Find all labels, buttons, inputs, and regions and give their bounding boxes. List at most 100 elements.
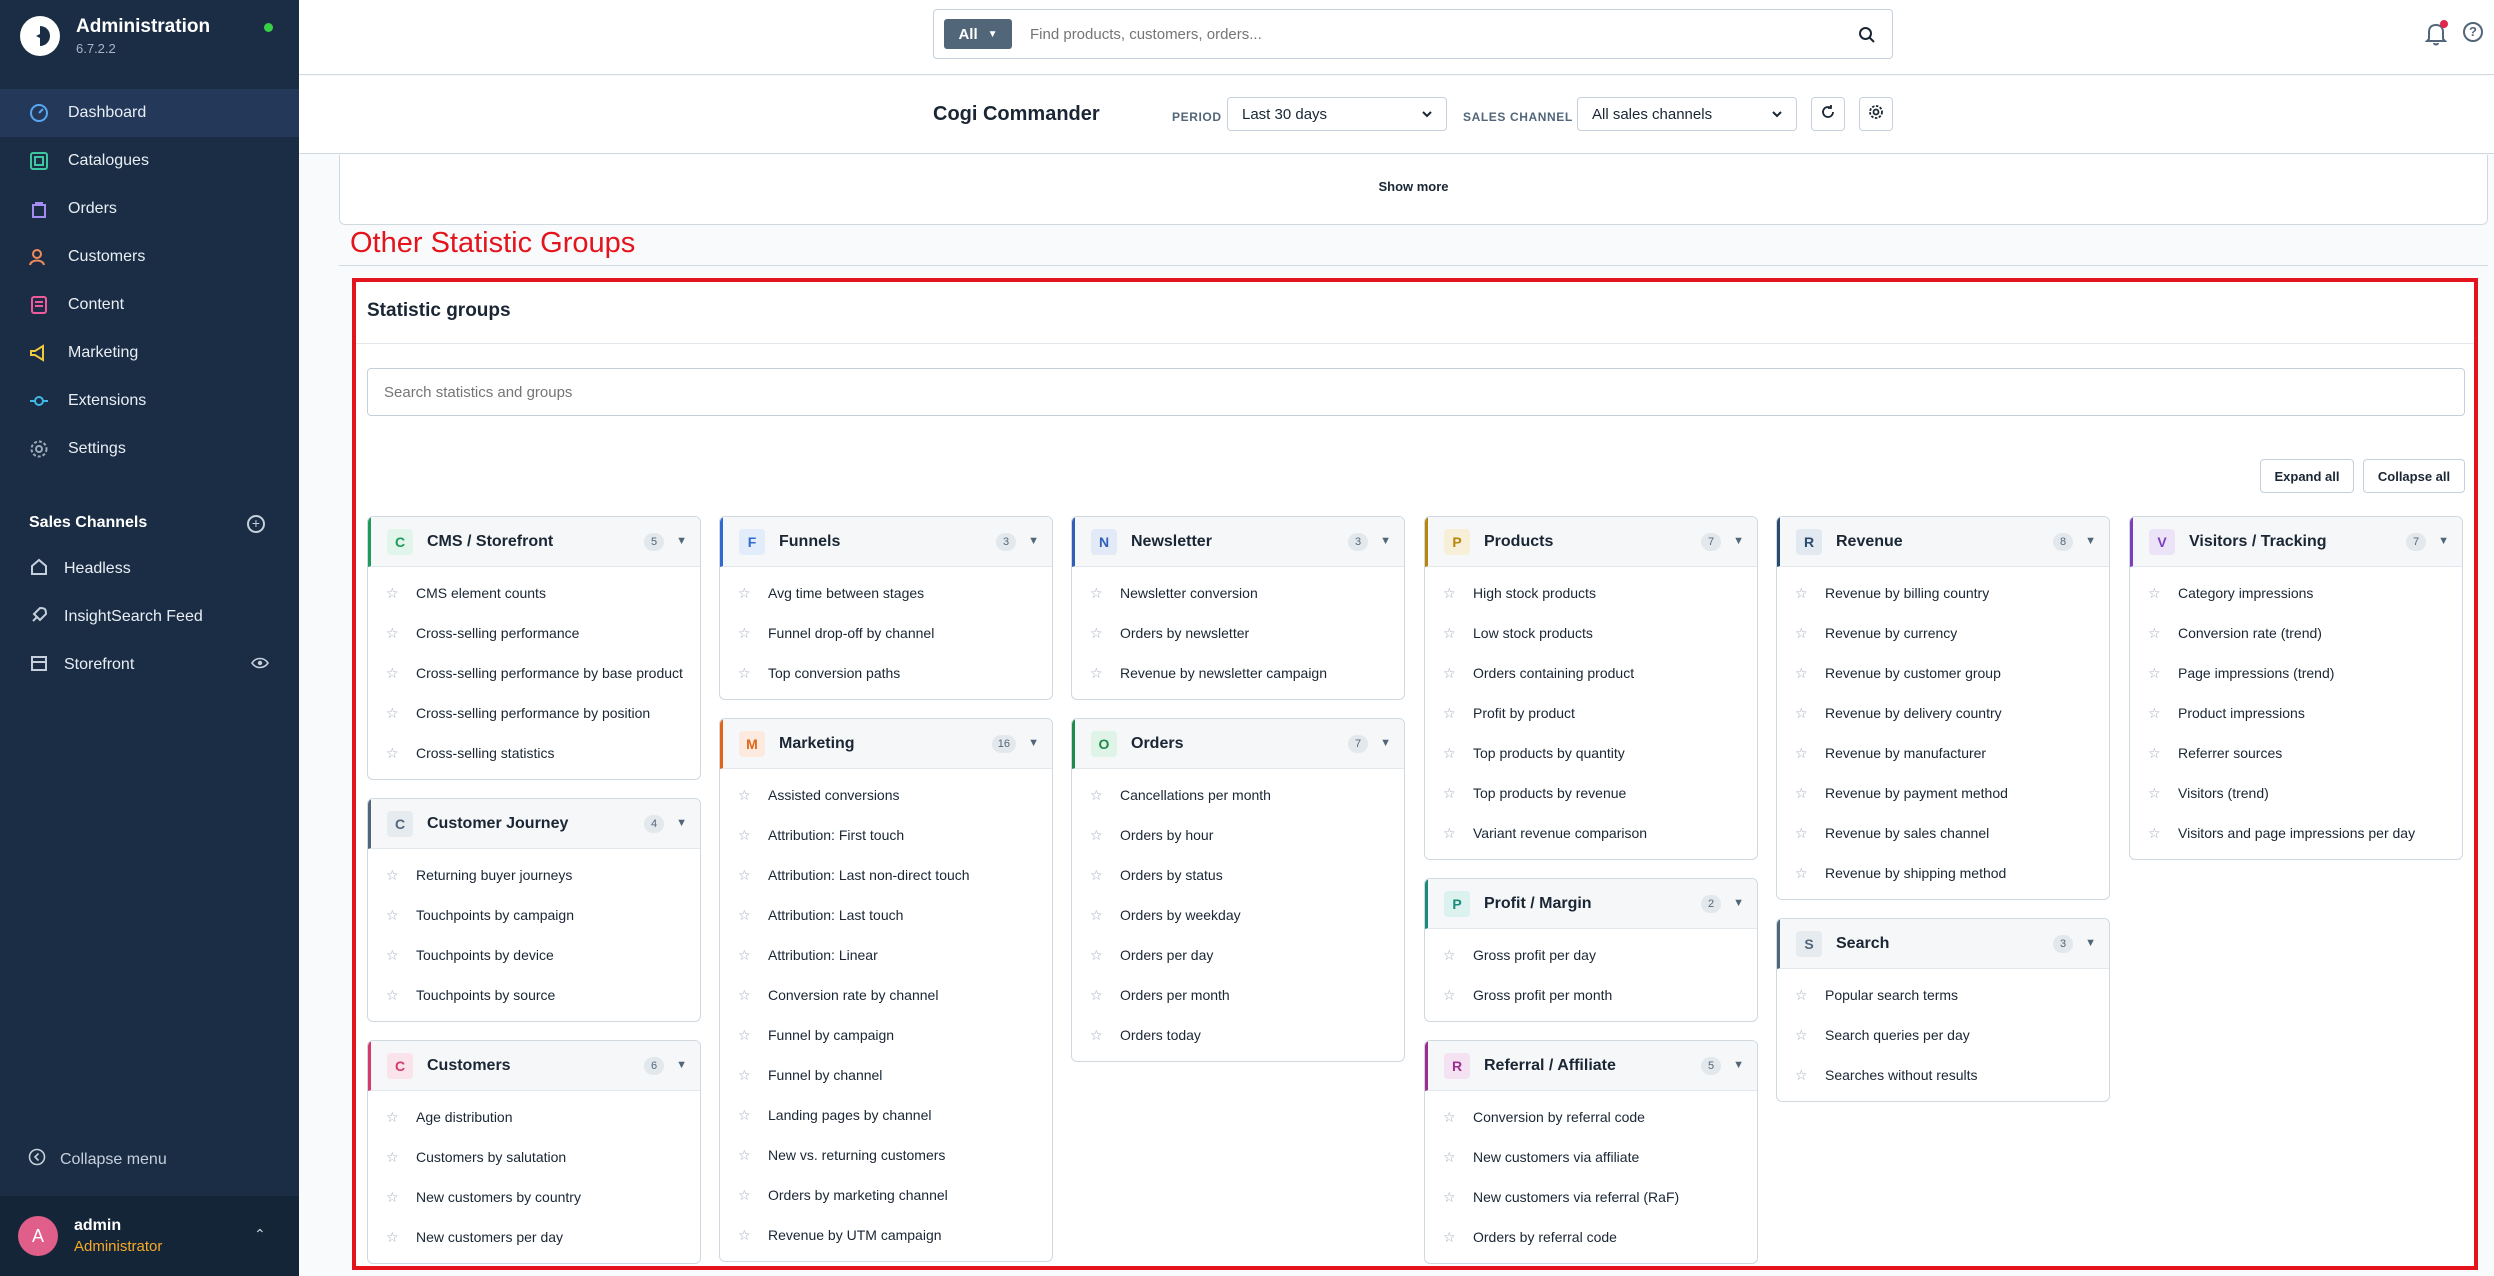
chevron-down-icon[interactable]: ▼	[676, 535, 687, 547]
statistic-item[interactable]: ☆ Revenue by payment method	[1777, 773, 2109, 813]
star-icon[interactable]: ☆	[1443, 625, 1457, 642]
group-header[interactable]: S Search 3 ▼	[1777, 919, 2109, 969]
star-icon[interactable]: ☆	[386, 907, 400, 924]
star-icon[interactable]: ☆	[2148, 665, 2162, 682]
star-icon[interactable]: ☆	[1090, 867, 1104, 884]
chevron-down-icon[interactable]: ▼	[1380, 535, 1391, 547]
star-icon[interactable]: ☆	[2148, 625, 2162, 642]
star-icon[interactable]: ☆	[738, 787, 752, 804]
statistic-item[interactable]: ☆ Revenue by UTM campaign	[720, 1215, 1052, 1255]
star-icon[interactable]: ☆	[1443, 585, 1457, 602]
star-icon[interactable]: ☆	[738, 947, 752, 964]
star-icon[interactable]: ☆	[738, 827, 752, 844]
statistic-item[interactable]: ☆ Funnel drop-off by channel	[720, 613, 1052, 653]
star-icon[interactable]: ☆	[1443, 745, 1457, 762]
period-select[interactable]: Last 30 days	[1227, 97, 1447, 131]
statistic-item[interactable]: ☆ Cross-selling performance by position	[368, 693, 700, 733]
star-icon[interactable]: ☆	[1795, 665, 1809, 682]
statistic-item[interactable]: ☆ Revenue by shipping method	[1777, 853, 2109, 893]
statistic-item[interactable]: ☆ Orders today	[1072, 1015, 1404, 1055]
statistic-item[interactable]: ☆ Profit by product	[1425, 693, 1757, 733]
star-icon[interactable]: ☆	[1090, 665, 1104, 682]
statistic-item[interactable]: ☆ Visitors and page impressions per day	[2130, 813, 2462, 853]
star-icon[interactable]: ☆	[1090, 827, 1104, 844]
statistic-item[interactable]: ☆ New customers via referral (RaF)	[1425, 1177, 1757, 1217]
nav-item-orders[interactable]: Orders	[0, 185, 299, 233]
user-menu[interactable]: A admin Administrator ⌃	[0, 1196, 299, 1276]
statistic-item[interactable]: ☆ Variant revenue comparison	[1425, 813, 1757, 853]
star-icon[interactable]: ☆	[738, 987, 752, 1004]
statistic-item[interactable]: ☆ Conversion rate by channel	[720, 975, 1052, 1015]
chevron-down-icon[interactable]: ▼	[676, 817, 687, 829]
star-icon[interactable]: ☆	[386, 585, 400, 602]
group-header[interactable]: F Funnels 3 ▼	[720, 517, 1052, 567]
group-header[interactable]: P Products 7 ▼	[1425, 517, 1757, 567]
star-icon[interactable]: ☆	[386, 665, 400, 682]
star-icon[interactable]: ☆	[1443, 1229, 1457, 1246]
group-header[interactable]: M Marketing 16 ▼	[720, 719, 1052, 769]
statistic-item[interactable]: ☆ New customers by country	[368, 1177, 700, 1217]
group-header[interactable]: C CMS / Storefront 5 ▼	[368, 517, 700, 567]
statistic-item[interactable]: ☆ Attribution: Last non-direct touch	[720, 855, 1052, 895]
eye-icon[interactable]	[251, 656, 269, 674]
star-icon[interactable]: ☆	[2148, 745, 2162, 762]
star-icon[interactable]: ☆	[386, 705, 400, 722]
star-icon[interactable]: ☆	[1443, 1109, 1457, 1126]
statistic-item[interactable]: ☆ Touchpoints by device	[368, 935, 700, 975]
statistic-item[interactable]: ☆ Orders by hour	[1072, 815, 1404, 855]
statistic-item[interactable]: ☆ Attribution: Linear	[720, 935, 1052, 975]
statistic-item[interactable]: ☆ Visitors (trend)	[2130, 773, 2462, 813]
star-icon[interactable]: ☆	[1795, 705, 1809, 722]
statistic-item[interactable]: ☆ Conversion rate (trend)	[2130, 613, 2462, 653]
star-icon[interactable]: ☆	[386, 745, 400, 762]
group-header[interactable]: O Orders 7 ▼	[1072, 719, 1404, 769]
statistic-item[interactable]: ☆ Orders containing product	[1425, 653, 1757, 693]
statistic-item[interactable]: ☆ Touchpoints by campaign	[368, 895, 700, 935]
star-icon[interactable]: ☆	[1443, 1149, 1457, 1166]
chevron-down-icon[interactable]: ▼	[1028, 535, 1039, 547]
sales-channel-storefront[interactable]: Storefront	[0, 641, 299, 689]
star-icon[interactable]: ☆	[1090, 585, 1104, 602]
star-icon[interactable]: ☆	[1090, 947, 1104, 964]
star-icon[interactable]: ☆	[386, 1189, 400, 1206]
star-icon[interactable]: ☆	[2148, 705, 2162, 722]
nav-item-extensions[interactable]: Extensions	[0, 377, 299, 425]
star-icon[interactable]: ☆	[1795, 1067, 1809, 1084]
nav-item-marketing[interactable]: Marketing	[0, 329, 299, 377]
statistic-item[interactable]: ☆ Funnel by campaign	[720, 1015, 1052, 1055]
statistic-item[interactable]: ☆ Revenue by delivery country	[1777, 693, 2109, 733]
statistic-item[interactable]: ☆ Top conversion paths	[720, 653, 1052, 693]
brand[interactable]: Administration 6.7.2.2	[20, 16, 210, 56]
search-type-select[interactable]: All ▼	[944, 19, 1012, 49]
statistic-item[interactable]: ☆ Orders by newsletter	[1072, 613, 1404, 653]
statistic-item[interactable]: ☆ Cross-selling performance by base produ…	[368, 653, 700, 693]
statistic-item[interactable]: ☆ Orders per month	[1072, 975, 1404, 1015]
star-icon[interactable]: ☆	[738, 1187, 752, 1204]
expand-all-button[interactable]: Expand all	[2260, 459, 2354, 493]
nav-item-content[interactable]: Content	[0, 281, 299, 329]
group-header[interactable]: R Referral / Affiliate 5 ▼	[1425, 1041, 1757, 1091]
group-header[interactable]: N Newsletter 3 ▼	[1072, 517, 1404, 567]
statistic-item[interactable]: ☆ Funnel by channel	[720, 1055, 1052, 1095]
star-icon[interactable]: ☆	[1795, 825, 1809, 842]
search-icon[interactable]	[1858, 26, 1876, 49]
star-icon[interactable]: ☆	[738, 1067, 752, 1084]
statistic-item[interactable]: ☆ Revenue by manufacturer	[1777, 733, 2109, 773]
star-icon[interactable]: ☆	[386, 625, 400, 642]
statistic-item[interactable]: ☆ Referrer sources	[2130, 733, 2462, 773]
statistic-item[interactable]: ☆ Top products by revenue	[1425, 773, 1757, 813]
chevron-down-icon[interactable]: ▼	[1733, 1059, 1744, 1071]
star-icon[interactable]: ☆	[738, 1027, 752, 1044]
statistic-item[interactable]: ☆ Revenue by newsletter campaign	[1072, 653, 1404, 693]
star-icon[interactable]: ☆	[1443, 785, 1457, 802]
statistic-item[interactable]: ☆ Orders by weekday	[1072, 895, 1404, 935]
statistic-item[interactable]: ☆ Search queries per day	[1777, 1015, 2109, 1055]
star-icon[interactable]: ☆	[1443, 947, 1457, 964]
nav-item-customers[interactable]: Customers	[0, 233, 299, 281]
add-sales-channel-icon[interactable]: +	[247, 515, 265, 533]
statistic-item[interactable]: ☆ Cross-selling performance	[368, 613, 700, 653]
statistic-item[interactable]: ☆ Searches without results	[1777, 1055, 2109, 1095]
star-icon[interactable]: ☆	[2148, 785, 2162, 802]
statistic-item[interactable]: ☆ Revenue by customer group	[1777, 653, 2109, 693]
star-icon[interactable]: ☆	[738, 867, 752, 884]
